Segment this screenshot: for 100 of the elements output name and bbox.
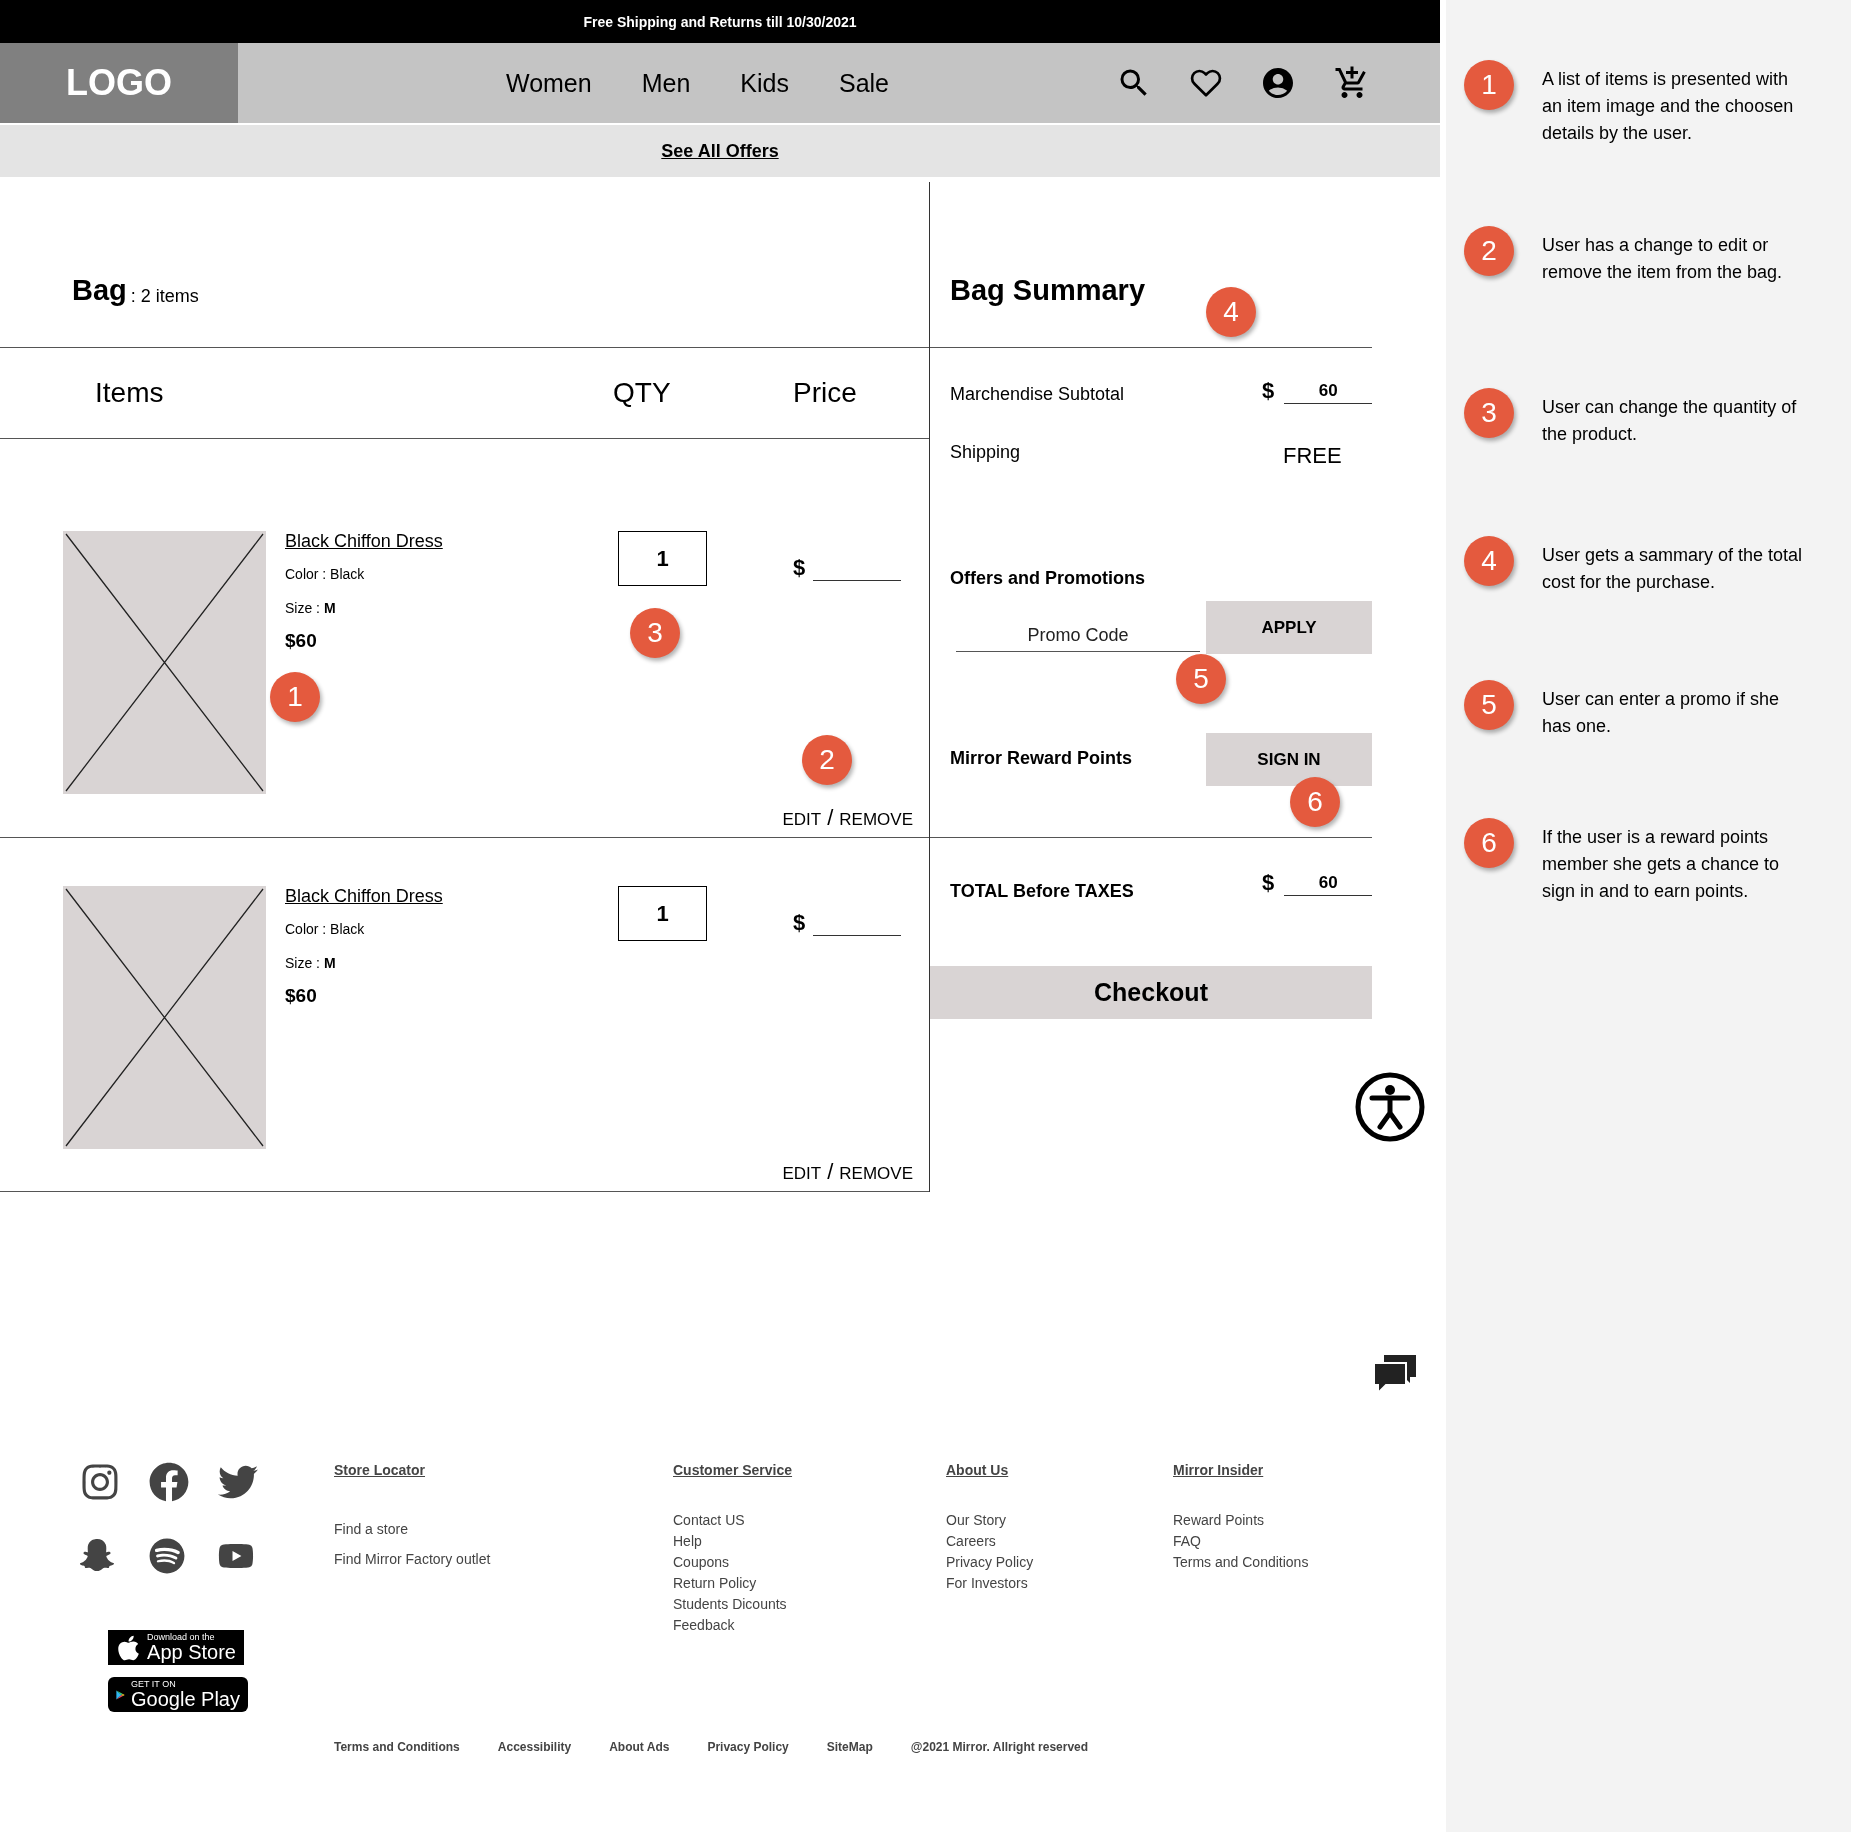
- product-price: $60: [285, 985, 318, 1007]
- footer-link[interactable]: Coupons: [673, 1552, 946, 1573]
- column-header: QTY: [613, 377, 671, 409]
- account-icon[interactable]: [1260, 65, 1296, 101]
- google-play-badge[interactable]: GET IT ON Google Play: [108, 1677, 248, 1712]
- footer-link[interactable]: Return Policy: [673, 1573, 946, 1594]
- currency-symbol: $: [1262, 378, 1275, 404]
- summary-title: Bag Summary: [950, 274, 1145, 307]
- footer-link[interactable]: Feedback: [673, 1615, 946, 1636]
- footer-heading[interactable]: Mirror Insider: [1173, 1462, 1433, 1478]
- annotation-marker: 5: [1464, 680, 1514, 730]
- product-size: Size : M: [285, 955, 337, 971]
- quantity-field[interactable]: 1: [618, 531, 707, 586]
- annotation-marker: 1: [1464, 60, 1514, 110]
- badge-title: App Store: [147, 1642, 236, 1662]
- total-value: 60: [1284, 873, 1373, 896]
- product-size: Size : M: [285, 600, 337, 616]
- column-header: Price: [793, 377, 857, 409]
- footer-link[interactable]: Terms and Conditions: [1173, 1552, 1433, 1573]
- remove-link[interactable]: REMOVE: [839, 810, 913, 830]
- subtotal-label: Marchendise Subtotal: [950, 384, 1125, 405]
- footer-link[interactable]: Find a store: [334, 1514, 673, 1544]
- annotation-marker: 3: [630, 608, 680, 658]
- edit-link[interactable]: EDIT: [782, 810, 822, 830]
- nav-link[interactable]: Women: [506, 68, 592, 98]
- product-price: $60: [285, 630, 318, 652]
- shipping-value: FREE: [1283, 443, 1342, 469]
- badge-title: Google Play: [131, 1689, 240, 1709]
- footer-bottom-link[interactable]: @2021 Mirror. Allright reserved: [910, 1740, 1089, 1754]
- shipping-label: Shipping: [950, 442, 1021, 463]
- product-name-link[interactable]: Black Chiffon Dress: [285, 886, 585, 907]
- offers-title: Offers and Promotions: [950, 568, 1146, 589]
- annotation-text: User gets a sammary of the total cost for the purchase.: [1542, 544, 1804, 594]
- column-header: Items: [95, 377, 164, 409]
- currency-symbol: $: [793, 555, 806, 581]
- remove-link[interactable]: REMOVE: [839, 1164, 913, 1184]
- annotation-marker: 2: [1464, 226, 1514, 276]
- footer-link[interactable]: Privacy Policy: [946, 1552, 1173, 1573]
- nav-link[interactable]: Kids: [740, 68, 789, 98]
- annotation-marker: 4: [1464, 536, 1514, 586]
- annotation-marker: 4: [1206, 287, 1256, 337]
- annotation-text: User can enter a promo if she has one.: [1542, 688, 1781, 738]
- heart-icon[interactable]: [1190, 67, 1222, 99]
- footer-link[interactable]: Contact US: [673, 1510, 946, 1531]
- footer-link[interactable]: Our Story: [946, 1510, 1173, 1531]
- annotation-marker: 5: [1176, 654, 1226, 704]
- annotation-text: User has a change to edit or remove the item from the bag.: [1542, 234, 1784, 284]
- bag-title: Bag: [72, 274, 127, 307]
- apply-button[interactable]: APPLY: [1206, 601, 1372, 654]
- footer-link[interactable]: Careers: [946, 1531, 1173, 1552]
- badge-caption: Download on the: [147, 1633, 216, 1642]
- promo-code-field[interactable]: Promo Code: [956, 620, 1200, 652]
- sign-in-button[interactable]: SIGN IN: [1206, 733, 1372, 786]
- separator: /: [827, 805, 834, 831]
- annotation-marker: 1: [270, 672, 320, 722]
- annotation-marker: 6: [1290, 777, 1340, 827]
- footer-heading[interactable]: About Us: [946, 1462, 1173, 1478]
- app-store-badge[interactable]: Download on the App Store: [108, 1630, 244, 1665]
- total-label: TOTAL Before TAXES: [950, 881, 1134, 902]
- currency-symbol: $: [793, 910, 806, 936]
- product-name-link[interactable]: Black Chiffon Dress: [285, 531, 585, 552]
- footer-bottom-link[interactable]: SiteMap: [826, 1740, 873, 1754]
- see-all-offers-link[interactable]: See All Offers: [661, 140, 779, 162]
- annotation-marker: 3: [1464, 388, 1514, 438]
- footer-heading[interactable]: Store Locator: [334, 1462, 673, 1478]
- edit-link[interactable]: EDIT: [782, 1164, 822, 1184]
- instagram-icon[interactable]: [80, 1462, 120, 1502]
- nav-link[interactable]: Sale: [838, 68, 889, 98]
- quantity-field[interactable]: 1: [618, 886, 707, 941]
- badge-caption: GET IT ON: [131, 1680, 177, 1689]
- facebook-icon[interactable]: [149, 1462, 189, 1502]
- nav-link[interactable]: Men: [641, 68, 691, 98]
- footer-link[interactable]: FAQ: [1173, 1531, 1433, 1552]
- footer-link[interactable]: Help: [673, 1531, 946, 1552]
- footer-link[interactable]: Find Mirror Factory outlet: [334, 1544, 673, 1574]
- annotation-text: A list of items is presented with an item image and the choosen details by the user.: [1542, 68, 1795, 145]
- footer-bottom-link[interactable]: Accessibility: [497, 1740, 572, 1754]
- annotation-marker: 6: [1464, 818, 1514, 868]
- footer-link[interactable]: Reward Points: [1173, 1510, 1433, 1531]
- footer-link[interactable]: Students Dicounts: [673, 1594, 946, 1615]
- subtotal-value: 60: [1284, 381, 1373, 404]
- snapchat-icon[interactable]: [80, 1538, 114, 1572]
- separator: /: [827, 1159, 834, 1185]
- currency-symbol: $: [1262, 870, 1275, 896]
- annotation-text: If the user is a reward points member she gets a chance to sign in and to earn points.: [1542, 826, 1781, 903]
- annotation-marker: 2: [802, 735, 852, 785]
- footer-bottom-link[interactable]: Terms and Conditions: [334, 1740, 460, 1754]
- product-color: Color : Black: [285, 566, 366, 582]
- product-color: Color : Black: [285, 921, 366, 937]
- footer-heading[interactable]: Customer Service: [673, 1462, 946, 1478]
- reward-points-label: Mirror Reward Points: [950, 748, 1133, 769]
- promo-banner: Free Shipping and Returns till 10/30/2021: [0, 0, 1440, 43]
- logo[interactable]: LOGO: [0, 43, 238, 123]
- footer-link[interactable]: For Investors: [946, 1573, 1173, 1594]
- footer-bottom-link[interactable]: Privacy Policy: [707, 1740, 789, 1754]
- apple-icon: [116, 1633, 142, 1662]
- footer-bottom-link[interactable]: About Ads: [609, 1740, 670, 1754]
- spotify-icon[interactable]: [149, 1538, 185, 1574]
- accessibility-icon[interactable]: [1354, 1071, 1426, 1143]
- checkout-button[interactable]: Checkout: [930, 966, 1372, 1019]
